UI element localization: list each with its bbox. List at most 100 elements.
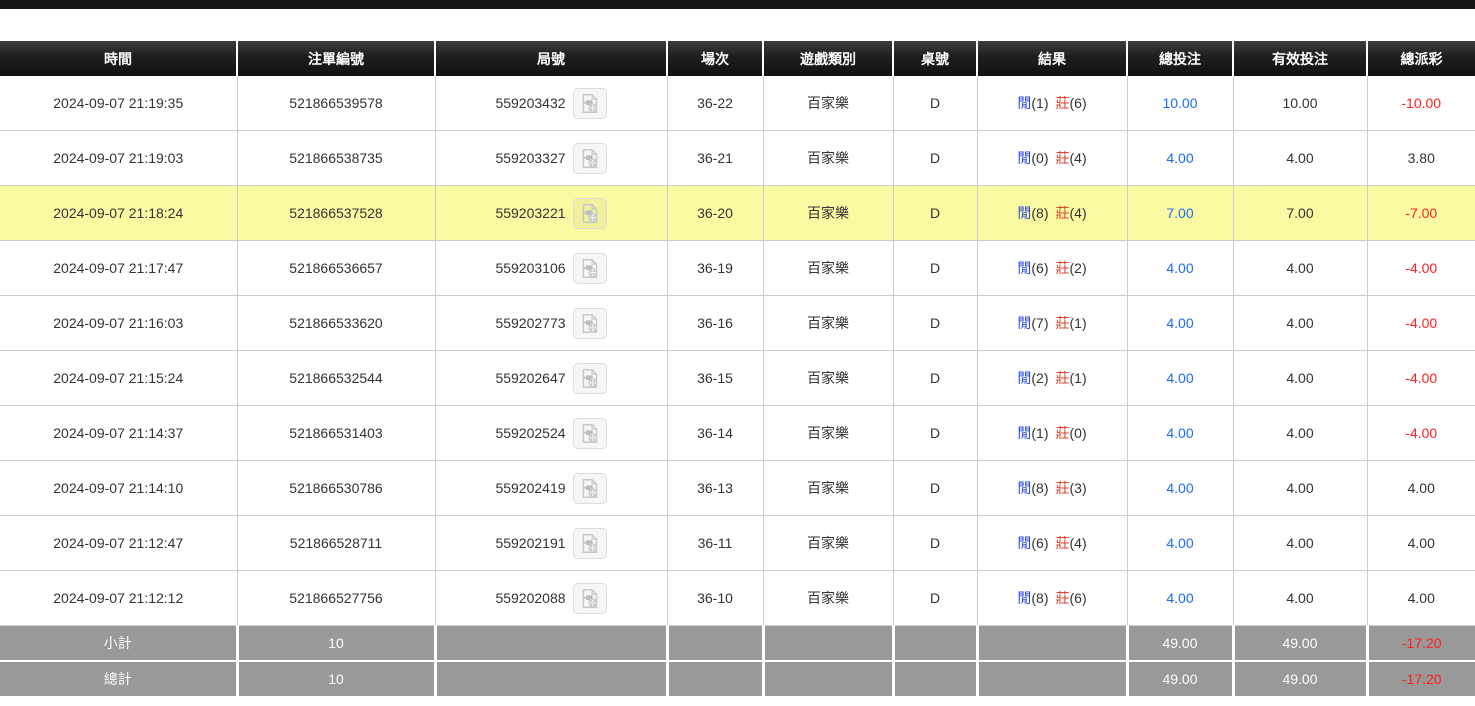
cell-total-payout: -7.00	[1367, 186, 1475, 241]
player-result: 閒(2)	[1017, 370, 1048, 386]
video-replay-icon	[579, 478, 600, 499]
subtotal-total-bet: 49.00	[1127, 626, 1233, 662]
cell-table-no: D	[893, 461, 977, 516]
video-replay-button[interactable]	[573, 143, 607, 174]
video-replay-button[interactable]	[573, 88, 607, 119]
cell-time: 2024-09-07 21:12:47	[0, 516, 237, 571]
bet-record-row[interactable]: 2024-09-07 21:12:12521866527756559202088…	[0, 571, 1475, 626]
subtotal-empty-table	[893, 626, 977, 662]
banker-result: 莊(3)	[1056, 480, 1087, 496]
subtotal-label: 小計	[0, 626, 237, 662]
cell-game-type: 百家樂	[763, 296, 893, 351]
round-number: 559203327	[495, 150, 565, 166]
cell-bet-id: 521866539578	[237, 76, 435, 131]
bet-record-row[interactable]: 2024-09-07 21:17:47521866536657559203106…	[0, 241, 1475, 296]
cell-game-type: 百家樂	[763, 461, 893, 516]
cell-round-no: 559203106	[435, 241, 667, 296]
grand-total-total-bet: 49.00	[1127, 661, 1233, 696]
player-result: 閒(8)	[1017, 480, 1048, 496]
column-header-valid_bet: 有效投注	[1233, 41, 1367, 76]
cell-session: 36-19	[667, 241, 763, 296]
video-replay-button[interactable]	[573, 308, 607, 339]
cell-table-no: D	[893, 406, 977, 461]
round-number-group: 559202773	[495, 308, 606, 339]
round-number-group: 559203106	[495, 253, 606, 284]
player-result: 閒(8)	[1017, 205, 1048, 221]
cell-table-no: D	[893, 571, 977, 626]
cell-bet-id: 521866530786	[237, 461, 435, 516]
video-replay-button[interactable]	[573, 198, 607, 229]
cell-total-bet: 4.00	[1127, 296, 1233, 351]
video-replay-button[interactable]	[573, 363, 607, 394]
round-number-group: 559202647	[495, 363, 606, 394]
grand-total-payout: -17.20	[1367, 661, 1475, 696]
cell-bet-id: 521866537528	[237, 186, 435, 241]
grand-total-empty-result	[977, 661, 1127, 696]
player-result: 閒(7)	[1017, 315, 1048, 331]
cell-table-no: D	[893, 296, 977, 351]
cell-result: 閒(8)莊(4)	[977, 186, 1127, 241]
cell-total-payout: -4.00	[1367, 241, 1475, 296]
video-replay-icon	[579, 313, 600, 334]
banker-result: 莊(4)	[1056, 535, 1087, 551]
cell-result: 閒(0)莊(4)	[977, 131, 1127, 186]
grand-total-label: 總計	[0, 661, 237, 696]
bet-record-row[interactable]: 2024-09-07 21:15:24521866532544559202647…	[0, 351, 1475, 406]
bet-record-row[interactable]: 2024-09-07 21:12:47521866528711559202191…	[0, 516, 1475, 571]
cell-game-type: 百家樂	[763, 406, 893, 461]
subtotal-empty-session	[667, 626, 763, 662]
cell-time: 2024-09-07 21:17:47	[0, 241, 237, 296]
cell-game-type: 百家樂	[763, 351, 893, 406]
player-result: 閒(8)	[1017, 590, 1048, 606]
cell-total-bet: 4.00	[1127, 461, 1233, 516]
bet-record-row[interactable]: 2024-09-07 21:14:10521866530786559202419…	[0, 461, 1475, 516]
cell-game-type: 百家樂	[763, 76, 893, 131]
cell-valid-bet: 4.00	[1233, 296, 1367, 351]
cell-game-type: 百家樂	[763, 516, 893, 571]
video-replay-button[interactable]	[573, 583, 607, 614]
video-replay-icon	[579, 368, 600, 389]
cell-round-no: 559203432	[435, 76, 667, 131]
cell-total-bet: 4.00	[1127, 351, 1233, 406]
round-number: 559202524	[495, 425, 565, 441]
cell-bet-id: 521866533620	[237, 296, 435, 351]
video-replay-button[interactable]	[573, 253, 607, 284]
banker-result: 莊(1)	[1056, 315, 1087, 331]
banker-result: 莊(6)	[1056, 590, 1087, 606]
cell-total-bet: 10.00	[1127, 76, 1233, 131]
bet-record-row[interactable]: 2024-09-07 21:19:35521866539578559203432…	[0, 76, 1475, 131]
column-header-game_type: 遊戲類別	[763, 41, 893, 76]
cell-valid-bet: 4.00	[1233, 516, 1367, 571]
cell-time: 2024-09-07 21:16:03	[0, 296, 237, 351]
bet-record-row[interactable]: 2024-09-07 21:16:03521866533620 559202773…	[0, 296, 1475, 351]
round-number-group: 559203327	[495, 143, 606, 174]
cell-time: 2024-09-07 21:12:12	[0, 571, 237, 626]
subtotal-valid-bet: 49.00	[1233, 626, 1367, 662]
cell-bet-id: 521866527756	[237, 571, 435, 626]
cell-table-no: D	[893, 186, 977, 241]
banker-result: 莊(1)	[1056, 370, 1087, 386]
grand-total-empty-round	[435, 661, 667, 696]
video-replay-button[interactable]	[573, 473, 607, 504]
bet-record-row[interactable]: 2024-09-07 21:19:03521866538735559203327…	[0, 131, 1475, 186]
cell-round-no: 559203327	[435, 131, 667, 186]
bet-record-row[interactable]: 2024-09-07 21:14:37521866531403559202524…	[0, 406, 1475, 461]
cell-time: 2024-09-07 21:19:35	[0, 76, 237, 131]
round-number: 559203106	[495, 260, 565, 276]
grand-total-count: 10	[237, 661, 435, 696]
cell-valid-bet: 10.00	[1233, 76, 1367, 131]
subtotal-empty-result	[977, 626, 1127, 662]
video-replay-button[interactable]	[573, 528, 607, 559]
video-replay-icon	[579, 203, 600, 224]
cell-round-no: 559202419	[435, 461, 667, 516]
subtotal-payout: -17.20	[1367, 626, 1475, 662]
cell-result: 閒(8) 莊(6)	[977, 571, 1127, 626]
video-replay-button[interactable]	[573, 418, 607, 449]
bet-record-row[interactable]: 2024-09-07 21:18:24521866537528559203221…	[0, 186, 1475, 241]
grand-total-empty-table	[893, 661, 977, 696]
cell-result: 閒(2) 莊(1)	[977, 351, 1127, 406]
banker-result: 莊(2)	[1056, 260, 1087, 276]
column-header-session: 場次	[667, 41, 763, 76]
round-number: 559202191	[495, 535, 565, 551]
video-replay-icon	[579, 93, 600, 114]
